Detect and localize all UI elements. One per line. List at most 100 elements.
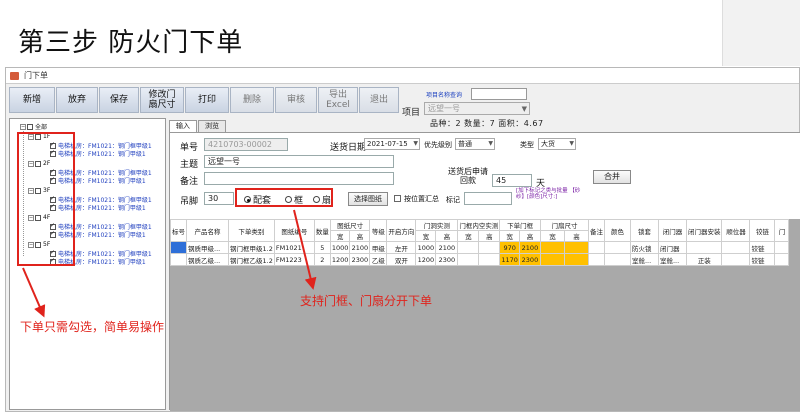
col-header: 备注 bbox=[587, 219, 605, 242]
cell-inner-w[interactable] bbox=[457, 253, 480, 266]
cell-lock[interactable]: 防火锁 bbox=[629, 241, 659, 254]
return-days-field[interactable]: 45 bbox=[492, 174, 532, 187]
priority-select[interactable]: 普通 ▼ bbox=[455, 138, 495, 150]
cell-open[interactable]: 左开 bbox=[386, 241, 417, 254]
project-search-input[interactable] bbox=[471, 88, 527, 100]
cell-hinge[interactable]: 铰链 bbox=[749, 241, 776, 254]
col-header: 门框内空实测 bbox=[457, 219, 501, 231]
col-subheader: 高 bbox=[349, 230, 371, 242]
cell-sequencer[interactable] bbox=[721, 241, 751, 254]
cell-leaf-h[interactable] bbox=[563, 253, 589, 266]
exit-button[interactable]: 退出 bbox=[359, 87, 399, 113]
row-selector[interactable] bbox=[170, 253, 187, 266]
subject-label: 主题 bbox=[180, 160, 199, 170]
tree-checkbox[interactable] bbox=[27, 123, 33, 130]
cell-hole-w[interactable]: 1000 bbox=[415, 241, 437, 254]
cell-product[interactable]: 钢质乙级... bbox=[186, 253, 229, 266]
cell-drawing[interactable]: FM1223 bbox=[273, 253, 315, 266]
cell-closer-install[interactable] bbox=[685, 241, 723, 254]
col-header: 铰链 bbox=[749, 219, 776, 242]
delivery-date-picker[interactable]: 2021-07-15 ▼ bbox=[364, 138, 420, 150]
project-select[interactable]: 远望一号 ▼ bbox=[424, 102, 530, 115]
save-button[interactable]: 保存 bbox=[99, 87, 139, 113]
merge-button[interactable]: 合并 bbox=[593, 170, 631, 184]
cell-lock[interactable]: 室舱... bbox=[629, 253, 659, 266]
select-drawing-button[interactable]: 选择图纸 bbox=[348, 192, 388, 206]
cell-category[interactable]: 钢门框甲级1.2 bbox=[228, 241, 275, 254]
cell-hole-h[interactable]: 2300 bbox=[435, 253, 459, 266]
tab-browse[interactable]: 浏览 bbox=[198, 120, 226, 132]
cell-closer[interactable]: 闭门器 bbox=[657, 241, 687, 254]
cell-frame-h[interactable]: 2100 bbox=[518, 241, 541, 254]
cell-extra[interactable] bbox=[774, 241, 790, 254]
cell-extra[interactable] bbox=[774, 253, 790, 266]
cell-product[interactable]: 钢质甲级... bbox=[186, 241, 229, 254]
table-row[interactable]: 钢质乙级... 钢门框乙级1.2 FM1223 2 1200 2300 乙级 双… bbox=[170, 253, 790, 266]
cell-open[interactable]: 双开 bbox=[386, 253, 417, 266]
chevron-down-icon: ▼ bbox=[488, 140, 493, 147]
tab-input[interactable]: 输入 bbox=[169, 120, 197, 132]
cell-draw-w[interactable]: 1000 bbox=[329, 241, 351, 254]
cell-frame-h[interactable]: 2300 bbox=[518, 253, 541, 266]
table-row[interactable]: 钢质甲级... 钢门框甲级1.2 FM1021 5 1000 2100 甲级 左… bbox=[170, 241, 790, 254]
cell-color[interactable] bbox=[603, 253, 631, 266]
col-header: 标号 bbox=[170, 219, 187, 242]
collapse-icon[interactable]: − bbox=[20, 123, 26, 130]
cell-inner-h[interactable] bbox=[478, 241, 501, 254]
cell-draw-h[interactable]: 2300 bbox=[349, 253, 371, 266]
cell-leaf-w[interactable] bbox=[539, 241, 565, 254]
chevron-down-icon: ▼ bbox=[521, 105, 527, 113]
type-value: 大货 bbox=[541, 140, 555, 148]
cell-sequencer[interactable] bbox=[721, 253, 751, 266]
cell-category[interactable]: 钢门框乙级1.2 bbox=[228, 253, 275, 266]
tree-root[interactable]: − 全部 bbox=[20, 122, 47, 131]
remark-field[interactable] bbox=[204, 172, 394, 185]
cell-color[interactable] bbox=[603, 241, 631, 254]
cell-inner-h[interactable] bbox=[478, 253, 501, 266]
cell-frame-w[interactable]: 970 bbox=[499, 241, 520, 254]
priority-label: 优先级别 bbox=[424, 141, 452, 149]
tree-highlight-box bbox=[17, 132, 75, 266]
cell-hole-h[interactable]: 2100 bbox=[435, 241, 459, 254]
cell-remark[interactable] bbox=[587, 253, 605, 266]
subject-field[interactable]: 远望一号 bbox=[204, 155, 394, 168]
cell-leaf-h[interactable] bbox=[563, 241, 589, 254]
cell-draw-w[interactable]: 1200 bbox=[329, 253, 351, 266]
cell-draw-h[interactable]: 2100 bbox=[349, 241, 371, 254]
cell-inner-w[interactable] bbox=[457, 241, 480, 254]
export-excel-button[interactable]: 导出Excel bbox=[318, 87, 358, 113]
new-button[interactable]: 新增 bbox=[9, 87, 55, 113]
cell-qty[interactable]: 2 bbox=[313, 253, 331, 266]
mark-field[interactable] bbox=[464, 192, 512, 205]
cell-frame-w[interactable]: 1170 bbox=[499, 253, 520, 266]
order-window: 门下单 新增 放弃 保存 修改门扇尺寸 打印 删除 审核 导出Excel 退出 … bbox=[5, 67, 800, 412]
print-button[interactable]: 打印 bbox=[185, 87, 229, 113]
delete-button[interactable]: 删除 bbox=[230, 87, 274, 113]
cell-remark[interactable] bbox=[587, 241, 605, 254]
order-no-field[interactable]: 4210703-00002 bbox=[204, 138, 288, 151]
order-grid: 标号 产品名称 下单类别 图纸编号 数量 图纸尺寸 等级 开启方向 门洞实测 门… bbox=[170, 219, 800, 411]
by-position-checkbox[interactable] bbox=[394, 195, 401, 202]
cell-grade[interactable]: 甲级 bbox=[369, 241, 388, 254]
audit-button[interactable]: 审核 bbox=[275, 87, 317, 113]
tree-root-label: 全部 bbox=[35, 124, 48, 131]
type-label: 类型 bbox=[520, 141, 534, 149]
cell-leaf-w[interactable] bbox=[539, 253, 565, 266]
cell-qty[interactable]: 5 bbox=[313, 241, 331, 254]
cell-grade[interactable]: 乙级 bbox=[369, 253, 388, 266]
modify-leaf-size-button[interactable]: 修改门扇尺寸 bbox=[140, 87, 184, 113]
delivery-date-label: 送货日期 bbox=[330, 143, 367, 153]
priority-value: 普通 bbox=[458, 140, 472, 148]
cell-hole-w[interactable]: 1200 bbox=[415, 253, 437, 266]
cell-hinge[interactable]: 铰链 bbox=[749, 253, 776, 266]
cell-closer-install[interactable]: 正装 bbox=[685, 253, 723, 266]
row-selector[interactable] bbox=[170, 241, 187, 254]
discard-button[interactable]: 放弃 bbox=[56, 87, 98, 113]
type-select[interactable]: 大货 ▼ bbox=[538, 138, 576, 150]
project-label: 项目 bbox=[402, 108, 421, 118]
foot-field[interactable]: 30 bbox=[204, 192, 234, 205]
cell-closer[interactable]: 室舱... bbox=[657, 253, 687, 266]
batch-note: [加下标记之类与批量 【砂纱】[颜色]尺寸:] bbox=[516, 188, 581, 200]
cell-drawing[interactable]: FM1021 bbox=[273, 241, 315, 254]
window-titlebar: 门下单 bbox=[6, 68, 799, 84]
